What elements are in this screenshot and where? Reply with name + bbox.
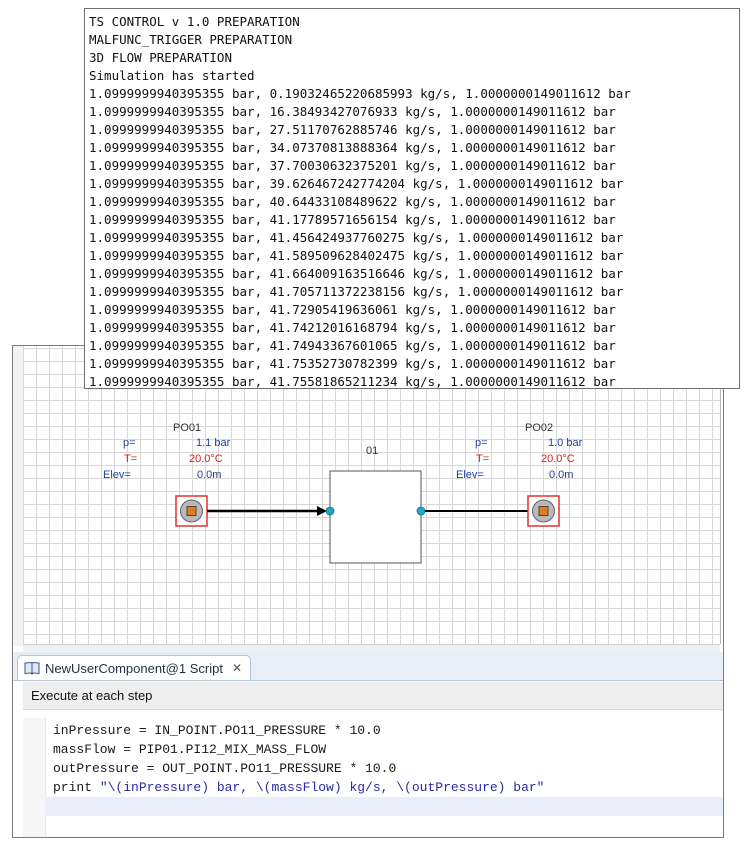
- console-line: 1.0999999940395355 bar, 41.7494336760106…: [89, 338, 616, 353]
- console-line: 1.0999999940395355 bar, 34.0737081388836…: [89, 140, 616, 155]
- code-line: inPressure = IN_POINT.PO11_PRESSURE * 10…: [53, 723, 381, 738]
- console-line: 1.0999999940395355 bar, 0.19032465220685…: [89, 86, 631, 101]
- script-view: NewUserComponent@1 Script ✕ Execute at e…: [13, 652, 723, 837]
- console-line: 1.0999999940395355 bar, 37.7003063237520…: [89, 158, 616, 173]
- code-current-line[interactable]: [45, 797, 723, 816]
- code-string: "\(inPressure) bar, \(massFlow) kg/s, \(…: [99, 780, 545, 795]
- po02-pressure-value: 1.0 bar: [548, 437, 583, 449]
- po01-name: PO01: [173, 422, 201, 434]
- console-line: 1.0999999940395355 bar, 41.1778957165615…: [89, 212, 616, 227]
- po01-temperature-value: 20.0°C: [189, 453, 223, 465]
- script-tab-title: NewUserComponent@1 Script: [45, 660, 223, 676]
- console-line: TS CONTROL v 1.0 PREPARATION: [89, 14, 300, 29]
- console-line: 1.0999999940395355 bar, 41.7535273078239…: [89, 356, 616, 371]
- code-line: outPressure = OUT_POINT.PO11_PRESSURE * …: [53, 761, 397, 776]
- code-line: massFlow = PIP01.PI12_MIX_MASS_FLOW: [53, 742, 327, 757]
- code-gutter: [23, 718, 46, 837]
- po02-name: PO02: [525, 422, 553, 434]
- console-line: 1.0999999940395355 bar, 41.4564249377602…: [89, 230, 624, 245]
- console-line: 1.0999999940395355 bar, 41.5895096284024…: [89, 248, 624, 263]
- console-line: 1.0999999940395355 bar, 41.7057113722381…: [89, 284, 624, 299]
- po02-elevation-value: 0.0m: [549, 469, 573, 481]
- po02-elevation-label: Elev=: [456, 469, 484, 481]
- console-line: MALFUNC_TRIGGER PREPARATION: [89, 32, 293, 47]
- editor-window: PO01 p= 1.1 bar T= 20.0°C Elev= 0.0m 01 …: [12, 345, 724, 838]
- console-output: TS CONTROL v 1.0 PREPARATION MALFUNC_TRI…: [89, 13, 631, 389]
- script-tab[interactable]: NewUserComponent@1 Script ✕: [17, 655, 251, 680]
- po01-pressure-label: p=: [123, 437, 136, 449]
- code-keyword: print: [53, 780, 100, 795]
- po02-temperature-label: T=: [476, 453, 489, 465]
- console-line: 1.0999999940395355 bar, 39.6264672427742…: [89, 176, 624, 191]
- console-line: 1.0999999940395355 bar, 16.3849342707693…: [89, 104, 616, 119]
- console-line: 1.0999999940395355 bar, 40.6443310848962…: [89, 194, 616, 209]
- console-line: Simulation has started: [89, 68, 255, 83]
- console-line: 1.0999999940395355 bar, 41.6640091635166…: [89, 266, 624, 281]
- console-output-window: TS CONTROL v 1.0 PREPARATION MALFUNC_TRI…: [84, 8, 740, 389]
- po02-point-icon[interactable]: [527, 495, 560, 527]
- po02-pressure-label: p=: [475, 437, 488, 449]
- po01-elevation-value: 0.0m: [197, 469, 221, 481]
- close-icon[interactable]: ✕: [232, 661, 242, 675]
- execute-mode-bar[interactable]: Execute at each step: [23, 682, 723, 710]
- script-code-editor[interactable]: inPressure = IN_POINT.PO11_PRESSURE * 10…: [23, 718, 723, 837]
- po02-temperature-value: 20.0°C: [541, 453, 575, 465]
- console-line: 1.0999999940395355 bar, 41.7290541963606…: [89, 302, 616, 317]
- po01-elevation-label: Elev=: [103, 469, 131, 481]
- component-01-box[interactable]: [329, 470, 422, 564]
- component-inlet-port[interactable]: [325, 506, 335, 516]
- po01-pressure-value: 1.1 bar: [196, 437, 231, 449]
- diagram-svg: PO01 p= 1.1 bar T= 20.0°C Elev= 0.0m 01 …: [103, 422, 583, 564]
- po01-point-icon[interactable]: [175, 495, 208, 527]
- flow-arrow-icon: [317, 506, 327, 516]
- book-icon: [24, 661, 40, 675]
- console-line: 1.0999999940395355 bar, 41.7558186521123…: [89, 374, 616, 389]
- script-tab-bar: NewUserComponent@1 Script ✕: [13, 652, 723, 681]
- code-line: print "\(inPressure) bar, \(massFlow) kg…: [53, 778, 545, 797]
- execute-mode-label: Execute at each step: [31, 688, 153, 703]
- component-01-name: 01: [366, 445, 378, 457]
- console-line: 1.0999999940395355 bar, 27.5117076288574…: [89, 122, 616, 137]
- po01-temperature-label: T=: [124, 453, 137, 465]
- component-outlet-port[interactable]: [416, 506, 426, 516]
- console-line: 1.0999999940395355 bar, 41.7421201616879…: [89, 320, 616, 335]
- console-line: 3D FLOW PREPARATION: [89, 50, 232, 65]
